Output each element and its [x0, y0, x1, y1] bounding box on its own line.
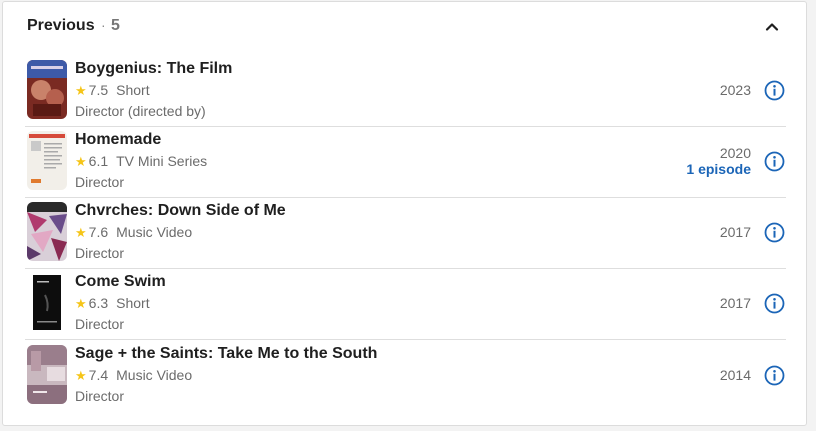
star-icon: ★	[75, 83, 87, 98]
title-type: TV Mini Series	[116, 153, 208, 169]
chevron-up-icon[interactable]	[763, 18, 781, 36]
item-title[interactable]: Homemade	[75, 131, 161, 149]
item-meta: ★ 7.5 Short	[75, 82, 150, 99]
poster-image[interactable]	[27, 273, 67, 332]
year: 2023	[719, 82, 751, 98]
section-title: Previous	[27, 17, 95, 34]
info-circle-icon[interactable]	[764, 80, 785, 101]
item-count: 5	[111, 17, 120, 34]
episode-count-link[interactable]: 1 episode	[686, 161, 751, 177]
item-title[interactable]: Chvrches: Down Side of Me	[75, 202, 286, 220]
rating: 6.3	[88, 295, 109, 311]
star-icon: ★	[75, 225, 87, 240]
year: 2017	[719, 224, 751, 240]
rating: 7.6	[88, 224, 109, 240]
rating: 7.5	[88, 82, 109, 98]
star-icon: ★	[75, 296, 87, 311]
star-icon: ★	[75, 368, 87, 383]
item-meta: ★ 6.3 Short	[75, 295, 150, 312]
rating: 6.1	[88, 153, 109, 169]
title-type: Short	[116, 295, 150, 311]
year: 2017	[719, 295, 751, 311]
star-icon: ★	[75, 154, 87, 169]
poster-image[interactable]	[27, 345, 67, 404]
title-type: Music Video	[116, 367, 193, 383]
poster-image[interactable]	[27, 202, 67, 261]
year: 2020	[719, 145, 751, 161]
list-item[interactable]: Homemade ★ 6.1 TV Mini Series Director 202…	[25, 127, 786, 198]
item-meta: ★ 6.1 TV Mini Series	[75, 153, 207, 170]
item-title[interactable]: Sage + the Saints: Take Me to the South	[75, 345, 377, 363]
info-circle-icon[interactable]	[764, 151, 785, 172]
role: Director	[75, 174, 125, 190]
list-item[interactable]: Come Swim ★ 6.3 Short Director 2017	[25, 269, 786, 340]
item-title[interactable]: Come Swim	[75, 273, 166, 291]
title-separator: ·	[101, 17, 106, 33]
item-title[interactable]: Boygenius: The Film	[75, 60, 232, 78]
info-circle-icon[interactable]	[764, 222, 785, 243]
info-circle-icon[interactable]	[764, 365, 785, 386]
list-item[interactable]: Sage + the Saints: Take Me to the South …	[25, 341, 786, 412]
section-header[interactable]: Previous · 5	[3, 2, 806, 52]
role: Director (directed by)	[75, 103, 206, 119]
credits-panel: Previous · 5 Boygenius: The Film ★7.5S	[2, 1, 807, 426]
item-meta: ★ 7.4 Music Video	[75, 367, 192, 384]
item-meta: ★ 7.6 Music Video	[75, 224, 192, 241]
rating: 7.4	[88, 367, 109, 383]
role: Director	[75, 388, 125, 404]
poster-image[interactable]	[27, 60, 67, 119]
poster-image[interactable]	[27, 131, 67, 190]
title-type: Short	[116, 82, 150, 98]
info-circle-icon[interactable]	[764, 293, 785, 314]
role: Director	[75, 245, 125, 261]
year: 2014	[719, 367, 751, 383]
role: Director	[75, 316, 125, 332]
list-item[interactable]: Chvrches: Down Side of Me ★ 7.6 Music Vide…	[25, 198, 786, 269]
list-item[interactable]: Boygenius: The Film ★ 7.5 Short Director (…	[25, 56, 786, 127]
title-type: Music Video	[116, 224, 193, 240]
